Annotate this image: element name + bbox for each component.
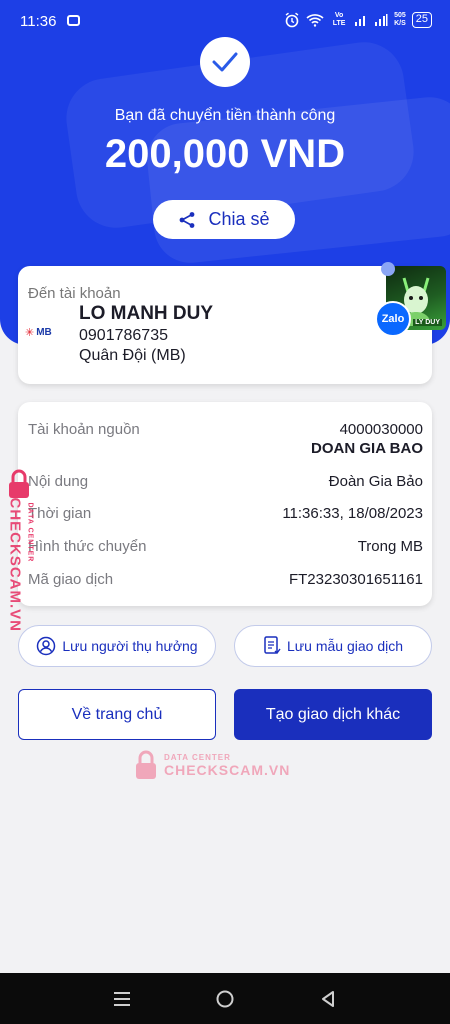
alarm-icon <box>285 12 299 28</box>
detail-value: Đoàn Gia Bảo <box>328 473 423 490</box>
to-account-label: Đến tài khoản <box>28 285 121 302</box>
back-triangle-icon <box>322 990 335 1007</box>
battery-icon: 25 <box>411 12 432 28</box>
checkscam-watermark-vertical: CHECKSCAM.VN DATA CENTER <box>0 468 46 668</box>
menu-icon <box>113 991 130 1006</box>
network-label: Vo LTE <box>332 12 346 27</box>
detail-value: Trong MB <box>357 538 423 555</box>
document-icon <box>264 636 281 655</box>
save-recipient-button[interactable]: Lưu người thụ hưởng <box>18 625 216 667</box>
zalo-icon[interactable]: Zalo <box>375 301 411 337</box>
detail-label: Tài khoản nguồn <box>28 421 140 438</box>
watermark-small-text: DATA CENTER <box>164 752 231 762</box>
success-message: Bạn đã chuyển tiền thành công <box>114 107 336 124</box>
detail-value: 11:36:33, 18/08/2023 <box>282 505 423 522</box>
speed-unit: K/S <box>394 20 406 27</box>
lock-icon <box>9 469 29 498</box>
watermark-big-text: CHECKSCAM.VN <box>164 761 291 778</box>
recipient-bank: Quân Đội (MB) <box>79 347 186 364</box>
share-button[interactable]: Chia sẻ <box>153 200 295 239</box>
share-icon <box>180 211 195 228</box>
recents-button[interactable] <box>107 984 137 1014</box>
transfer-amount: 200,000 VND <box>104 132 346 176</box>
recipient-account: 0901786735 <box>79 327 168 344</box>
signal-icon <box>375 14 388 26</box>
save-recipient-label: Lưu người thụ hưởng <box>62 638 198 654</box>
detail-value-name: DOAN GIA BAO <box>311 440 423 457</box>
new-transaction-button[interactable]: Tạo giao dịch khác <box>234 689 432 740</box>
status-icons: Vo LTE 505 K/S 25 <box>284 12 432 28</box>
checkscam-watermark: DATA CENTER CHECKSCAM.VN <box>134 750 290 780</box>
avatar-caption: LY DUY <box>413 319 442 326</box>
save-template-button[interactable]: Lưu mẫu giao dịch <box>234 625 432 667</box>
home-button[interactable]: Về trang chủ <box>18 689 216 740</box>
network-speed: 505 K/S <box>394 12 406 28</box>
system-nav-bar <box>0 973 450 1024</box>
success-check-icon <box>200 37 250 87</box>
mb-bank-logo: ✳ MB <box>25 326 52 339</box>
detail-value: FT23230301651161 <box>288 571 423 588</box>
signal-icon <box>355 16 366 26</box>
back-button[interactable] <box>313 984 343 1014</box>
recipient-card: Đến tài khoản ✳ MB LO MANH DUY 0901786735… <box>18 262 446 384</box>
watermark-vertical-small: DATA CENTER <box>26 502 34 563</box>
detail-value: 4000030000 <box>339 421 423 438</box>
watermark-vertical-big: CHECKSCAM.VN <box>6 497 24 633</box>
wifi-icon <box>306 14 324 27</box>
save-template-label: Lưu mẫu giao dịch <box>287 638 403 654</box>
status-time: 11:36 <box>20 13 57 30</box>
avatar-indicator <box>381 262 395 276</box>
home-nav-button[interactable] <box>210 984 240 1014</box>
recipient-name: LO MANH DUY <box>79 303 214 324</box>
circle-home-icon <box>216 990 234 1007</box>
notification-icon <box>67 15 80 26</box>
lock-icon <box>136 750 156 779</box>
star-icon: ✳ <box>25 327 35 339</box>
share-label: Chia sẻ <box>208 209 270 229</box>
detail-row-source: Tài khoản nguồn 4000030000 DOAN GIA BAO <box>28 421 423 461</box>
bank-logo-text: MB <box>36 327 52 338</box>
speed-value: 505 <box>394 12 406 19</box>
transaction-details-card: Tài khoản nguồn 4000030000 DOAN GIA BAO … <box>18 402 432 606</box>
